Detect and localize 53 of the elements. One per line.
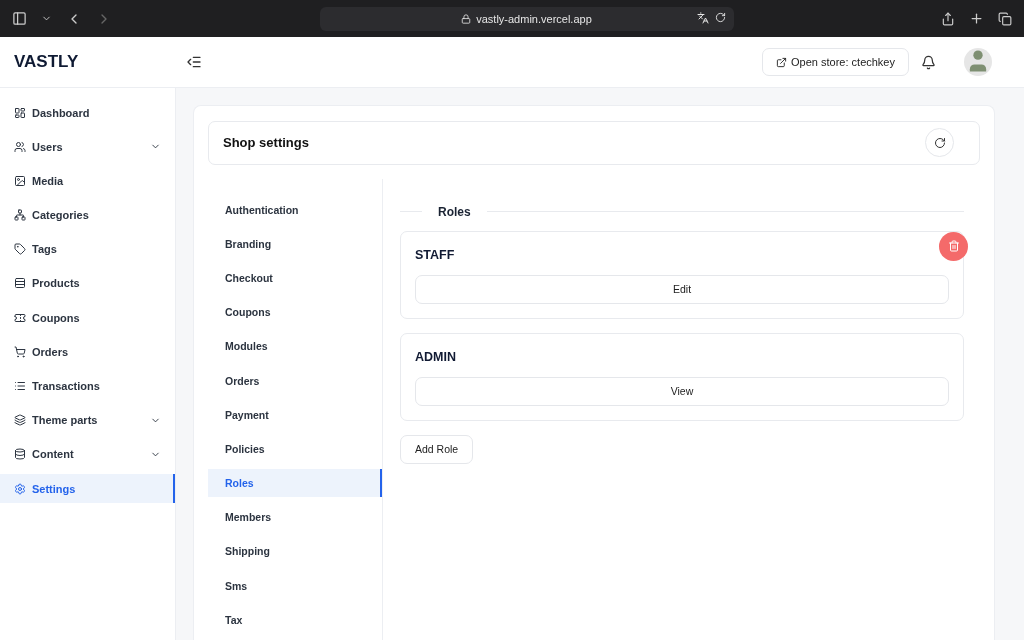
sidebar-item[interactable]: Theme parts xyxy=(0,405,175,435)
sidebar-item[interactable]: Products xyxy=(0,268,175,298)
settings-tab[interactable]: Branding xyxy=(208,229,382,258)
menu-collapse-icon xyxy=(186,54,202,70)
sidebar-item[interactable]: Content xyxy=(0,439,175,469)
bell-icon xyxy=(921,54,936,70)
open-store-button[interactable]: Open store: ctechkey xyxy=(762,48,909,76)
section-title: Roles xyxy=(438,204,471,219)
settings-tab[interactable]: Roles xyxy=(208,469,382,498)
sidebar-item[interactable]: Coupons xyxy=(0,303,175,333)
sidebar-item[interactable]: Media xyxy=(0,166,175,196)
settings-tab[interactable]: Payment xyxy=(208,400,382,429)
reload-icon[interactable] xyxy=(714,11,726,23)
page-title: Shop settings xyxy=(223,135,309,151)
notifications-button[interactable] xyxy=(921,54,936,70)
sidebar-item[interactable]: Orders xyxy=(0,337,175,367)
settings-tab[interactable]: Authentication xyxy=(208,195,382,224)
avatar[interactable] xyxy=(964,48,992,76)
address-bar[interactable]: vastly-admin.vercel.app xyxy=(319,6,734,31)
role-action-button[interactable]: View xyxy=(415,376,949,406)
sidebar-item[interactable]: Users xyxy=(0,132,175,162)
delete-button[interactable] xyxy=(939,231,968,261)
share-icon[interactable] xyxy=(941,11,955,26)
settings-tab[interactable]: Modules xyxy=(208,332,382,361)
settings-tab[interactable]: Shipping xyxy=(208,537,382,566)
role-action-button[interactable]: Edit xyxy=(415,274,949,304)
sidebar-item[interactable]: Categories xyxy=(0,200,175,230)
sidebar-item[interactable]: Settings xyxy=(0,474,175,504)
menu-collapse-button[interactable] xyxy=(186,54,202,70)
sidebar-item[interactable]: Dashboard xyxy=(0,98,175,127)
trash-icon xyxy=(947,240,960,253)
plus-icon[interactable] xyxy=(969,11,984,26)
settings-tab[interactable]: Orders xyxy=(208,366,382,395)
add-role-button[interactable]: Add Role xyxy=(400,434,474,464)
settings-tab[interactable]: Tax xyxy=(208,605,382,634)
refresh-button[interactable] xyxy=(925,128,954,158)
settings-tab[interactable]: Members xyxy=(208,503,382,532)
sidebar-item[interactable]: Transactions xyxy=(0,371,175,401)
role-name: ADMIN xyxy=(415,349,457,364)
tabs-icon[interactable] xyxy=(998,11,1012,26)
translate-icon[interactable] xyxy=(696,11,709,24)
lock-icon xyxy=(461,13,472,24)
brand-logo: VASTLY xyxy=(13,52,80,72)
settings-tab[interactable]: Policies xyxy=(208,434,382,463)
refresh-icon xyxy=(933,136,946,149)
settings-tab[interactable]: Sms xyxy=(208,571,382,600)
sidebar-item[interactable]: Tags xyxy=(0,234,175,264)
sidebar-icon[interactable] xyxy=(12,11,27,26)
settings-tab[interactable]: Coupons xyxy=(208,298,382,327)
external-link-icon xyxy=(776,56,788,68)
url-text: vastly-admin.vercel.app xyxy=(476,12,592,25)
settings-tab[interactable]: Checkout xyxy=(208,263,382,292)
role-name: STAFF xyxy=(415,247,456,262)
